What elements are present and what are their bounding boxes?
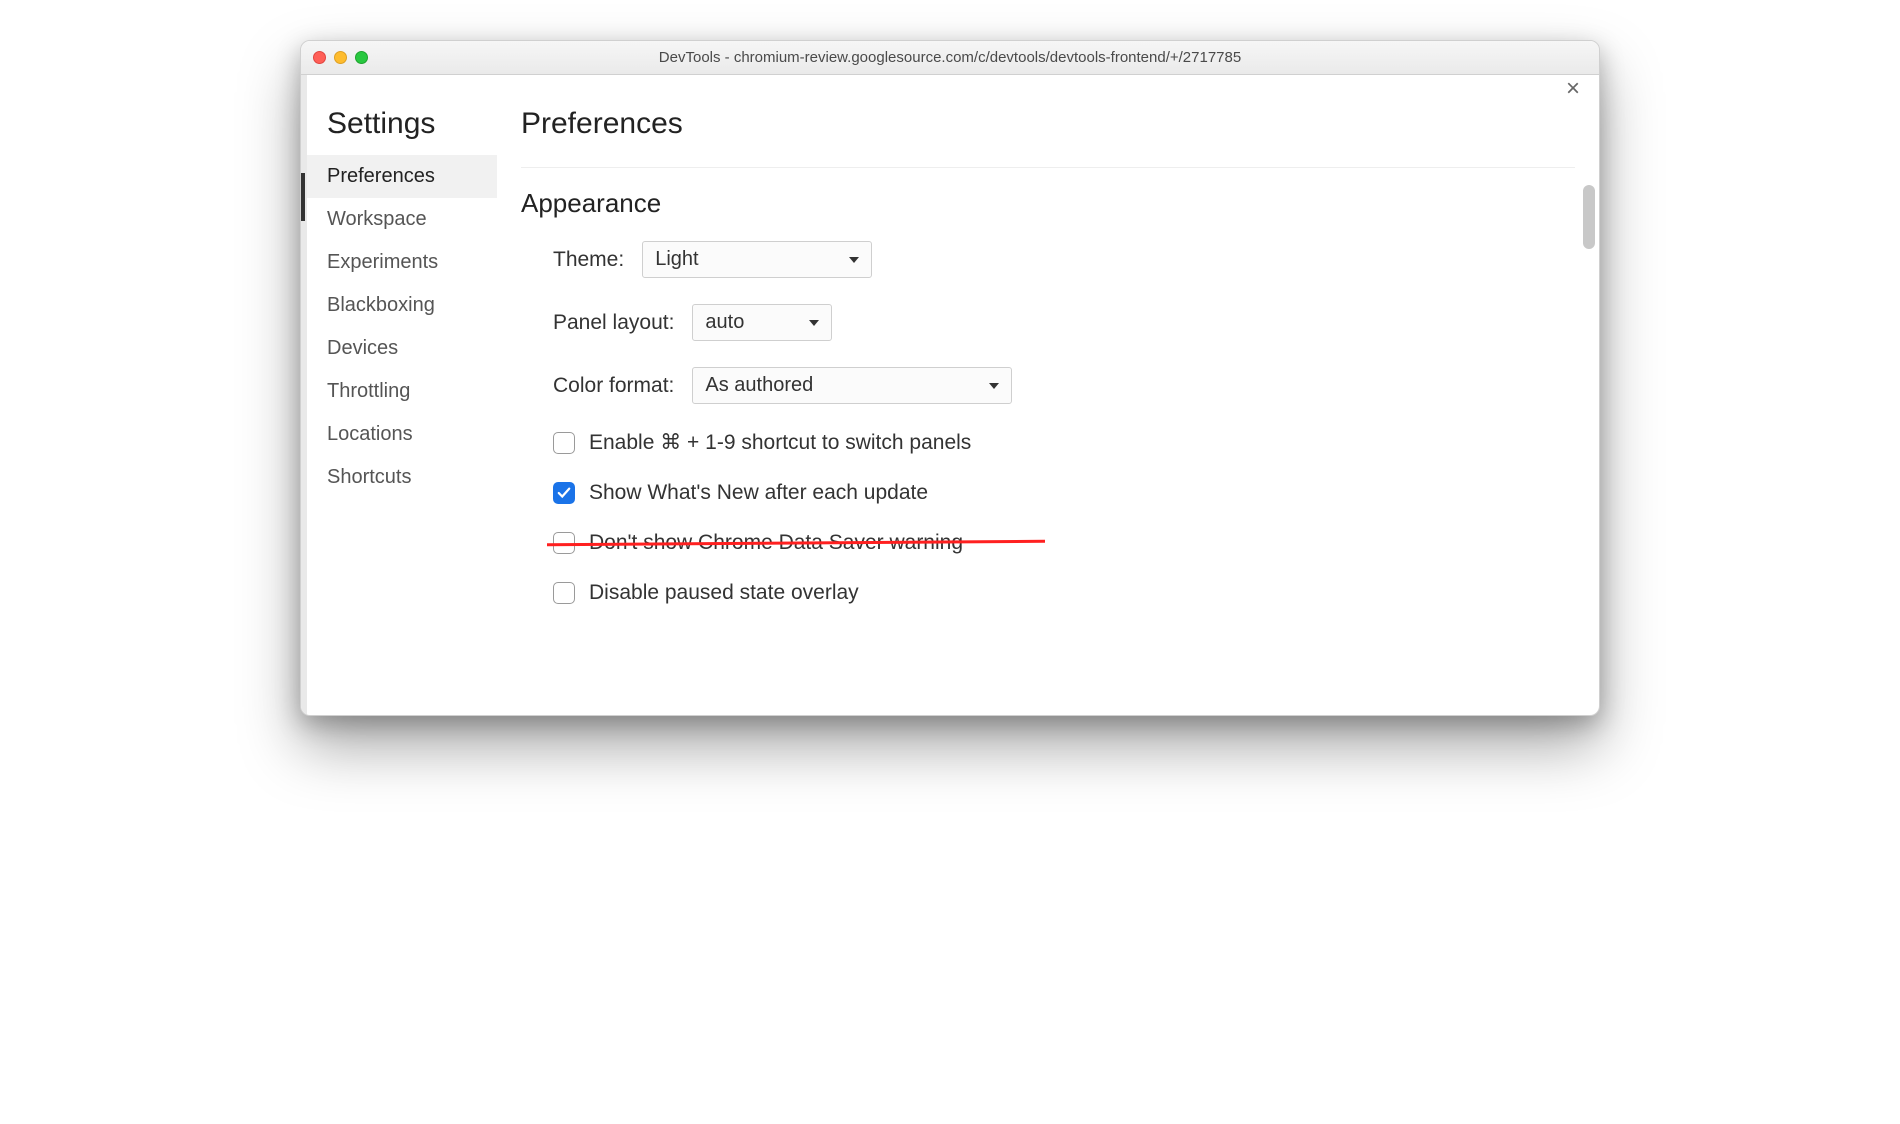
sidebar-item-blackboxing[interactable]: Blackboxing <box>307 284 497 327</box>
theme-select[interactable]: Light <box>642 241 872 278</box>
color-format-select[interactable]: As authored <box>692 367 1012 404</box>
panel-layout-value: auto <box>705 311 744 334</box>
section-appearance: Appearance <box>521 188 1575 219</box>
sidebar-item-experiments[interactable]: Experiments <box>307 241 497 284</box>
check-data-saver: Don't show Chrome Data Saver warning <box>553 531 1575 555</box>
settings-sidebar: Settings Preferences Workspace Experimen… <box>307 75 497 715</box>
color-format-label: Color format: <box>553 374 674 398</box>
theme-value: Light <box>655 248 698 271</box>
sidebar-item-shortcuts[interactable]: Shortcuts <box>307 456 497 499</box>
panel-layout-label: Panel layout: <box>553 311 674 335</box>
checkbox[interactable] <box>553 482 575 504</box>
divider <box>521 167 1575 168</box>
color-format-row: Color format: As authored <box>553 367 1575 404</box>
checkbox[interactable] <box>553 432 575 454</box>
sidebar-item-locations[interactable]: Locations <box>307 413 497 456</box>
chevron-down-icon <box>989 383 999 389</box>
check-paused-overlay: Disable paused state overlay <box>553 581 1575 605</box>
theme-row: Theme: Light <box>553 241 1575 278</box>
devtools-window: DevTools - chromium-review.googlesource.… <box>300 40 1600 716</box>
check-label: Enable ⌘ + 1-9 shortcut to switch panels <box>589 430 971 455</box>
page-title: Preferences <box>521 107 1575 141</box>
check-whats-new: Show What's New after each update <box>553 481 1575 505</box>
check-shortcut-switch: Enable ⌘ + 1-9 shortcut to switch panels <box>553 430 1575 455</box>
panel-layout-select[interactable]: auto <box>692 304 832 341</box>
maximize-icon[interactable] <box>355 51 368 64</box>
minimize-icon[interactable] <box>334 51 347 64</box>
scrollbar-thumb[interactable] <box>1583 185 1595 249</box>
window-title: DevTools - chromium-review.googlesource.… <box>301 49 1599 66</box>
titlebar: DevTools - chromium-review.googlesource.… <box>301 41 1599 75</box>
color-format-value: As authored <box>705 374 813 397</box>
tab-strip <box>301 75 307 715</box>
main-panel: × Preferences Appearance Theme: Light Pa… <box>497 75 1599 715</box>
panel-layout-row: Panel layout: auto <box>553 304 1575 341</box>
sidebar-item-devices[interactable]: Devices <box>307 327 497 370</box>
appearance-body: Theme: Light Panel layout: auto Color fo… <box>521 241 1575 605</box>
checkbox[interactable] <box>553 582 575 604</box>
check-label: Disable paused state overlay <box>589 581 859 605</box>
check-label: Show What's New after each update <box>589 481 928 505</box>
content: Settings Preferences Workspace Experimen… <box>301 75 1599 715</box>
sidebar-item-preferences[interactable]: Preferences <box>307 155 497 198</box>
sidebar-item-workspace[interactable]: Workspace <box>307 198 497 241</box>
sidebar-item-throttling[interactable]: Throttling <box>307 370 497 413</box>
chevron-down-icon <box>809 320 819 326</box>
check-icon <box>557 486 571 500</box>
close-button[interactable]: × <box>1553 75 1593 109</box>
settings-heading: Settings <box>307 107 497 155</box>
traffic-lights <box>313 51 368 64</box>
close-icon[interactable] <box>313 51 326 64</box>
theme-label: Theme: <box>553 248 624 272</box>
chevron-down-icon <box>849 257 859 263</box>
